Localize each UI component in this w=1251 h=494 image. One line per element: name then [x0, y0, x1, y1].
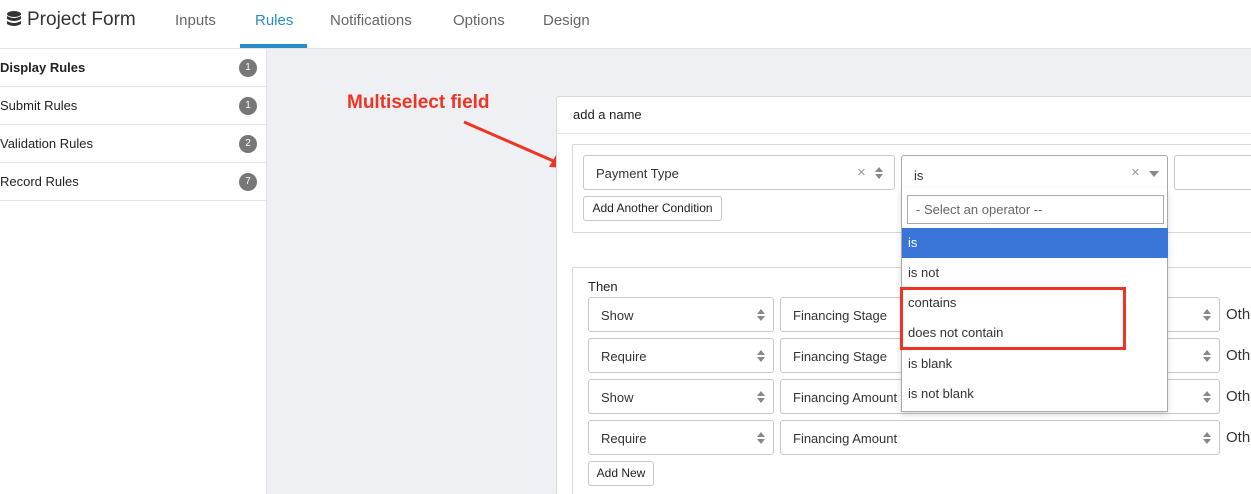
tab-rules[interactable]: Rules	[255, 0, 293, 49]
action-value: Show	[601, 308, 634, 323]
operator-option[interactable]: is not	[902, 258, 1168, 288]
divider	[557, 133, 1251, 134]
rules-sidebar: Display Rules 1 Submit Rules 1 Validatio…	[0, 49, 267, 494]
add-condition-button[interactable]: Add Another Condition	[583, 196, 722, 221]
count-badge: 7	[239, 173, 257, 191]
sidebar-item-display-rules[interactable]: Display Rules 1	[0, 49, 266, 87]
target-field-value: Financing Amount	[793, 431, 898, 446]
sidebar-item-submit-rules[interactable]: Submit Rules 1	[0, 87, 266, 125]
annotation-label: Multiselect field	[347, 92, 490, 113]
sort-arrows-icon	[757, 432, 765, 444]
operator-option[interactable]: is blank	[902, 349, 1168, 379]
action-value: Require	[601, 431, 647, 446]
sidebar-item-label: Display Rules	[0, 60, 86, 75]
sidebar-item-label: Submit Rules	[0, 98, 78, 113]
clear-icon[interactable]: ×	[1131, 164, 1140, 181]
sidebar-item-label: Record Rules	[0, 174, 79, 189]
other-label: Oth	[1226, 347, 1251, 364]
sort-arrows-icon	[875, 167, 883, 179]
condition-value-input[interactable]	[1174, 155, 1251, 190]
other-label: Oth	[1226, 388, 1251, 405]
clear-icon[interactable]: ×	[857, 164, 866, 181]
tab-notifications[interactable]: Notifications	[330, 0, 412, 49]
target-field-select[interactable]: Financing Amount	[780, 420, 1220, 455]
tab-design[interactable]: Design	[543, 0, 590, 49]
other-label: Oth	[1226, 429, 1251, 446]
sort-arrows-icon	[1203, 350, 1211, 362]
condition-operator-value: is	[914, 168, 924, 183]
count-badge: 2	[239, 135, 257, 153]
condition-operator-select[interactable]: is ×	[901, 155, 1168, 190]
count-badge: 1	[239, 97, 257, 115]
annotation-highlight-box	[900, 287, 1126, 350]
action-value: Show	[601, 390, 634, 405]
other-label: Oth	[1226, 306, 1251, 323]
sort-arrows-icon	[1203, 391, 1211, 403]
sort-arrows-icon	[1203, 309, 1211, 321]
operator-search-placeholder: - Select an operator --	[916, 202, 1043, 217]
operator-option[interactable]: is not blank	[902, 379, 1168, 409]
rule-name[interactable]: add a name	[573, 107, 642, 122]
database-icon	[7, 11, 21, 26]
target-field-value: Financing Stage	[793, 349, 887, 364]
sort-arrows-icon	[757, 350, 765, 362]
sort-arrows-icon	[757, 309, 765, 321]
action-select[interactable]: Require	[588, 420, 774, 455]
then-label: Then	[588, 279, 618, 294]
active-tab-indicator	[240, 44, 307, 48]
operator-option[interactable]: is	[902, 228, 1168, 258]
target-field-value: Financing Stage	[793, 308, 887, 323]
sidebar-item-validation-rules[interactable]: Validation Rules 2	[0, 125, 266, 163]
tab-inputs[interactable]: Inputs	[175, 0, 216, 49]
sort-arrows-icon	[1203, 432, 1211, 444]
sidebar-item-label: Validation Rules	[0, 136, 93, 151]
add-new-button[interactable]: Add New	[588, 461, 654, 486]
action-select[interactable]: Show	[588, 379, 774, 414]
operator-search-input[interactable]: - Select an operator --	[907, 195, 1164, 224]
sidebar-item-record-rules[interactable]: Record Rules 7	[0, 163, 266, 201]
brand: Project Form	[7, 9, 136, 31]
condition-field-select[interactable]: Payment Type ×	[583, 155, 895, 190]
app-title: Project Form	[27, 9, 136, 30]
count-badge: 1	[239, 59, 257, 77]
top-navigation-bar: Project Form Inputs Rules Notifications …	[0, 0, 1251, 49]
sort-arrows-icon	[757, 391, 765, 403]
condition-field-value: Payment Type	[596, 166, 679, 181]
action-value: Require	[601, 349, 647, 364]
tab-options[interactable]: Options	[453, 0, 505, 49]
target-field-value: Financing Amount	[793, 390, 898, 405]
chevron-down-icon	[1149, 171, 1159, 177]
action-select[interactable]: Show	[588, 297, 774, 332]
action-select[interactable]: Require	[588, 338, 774, 373]
